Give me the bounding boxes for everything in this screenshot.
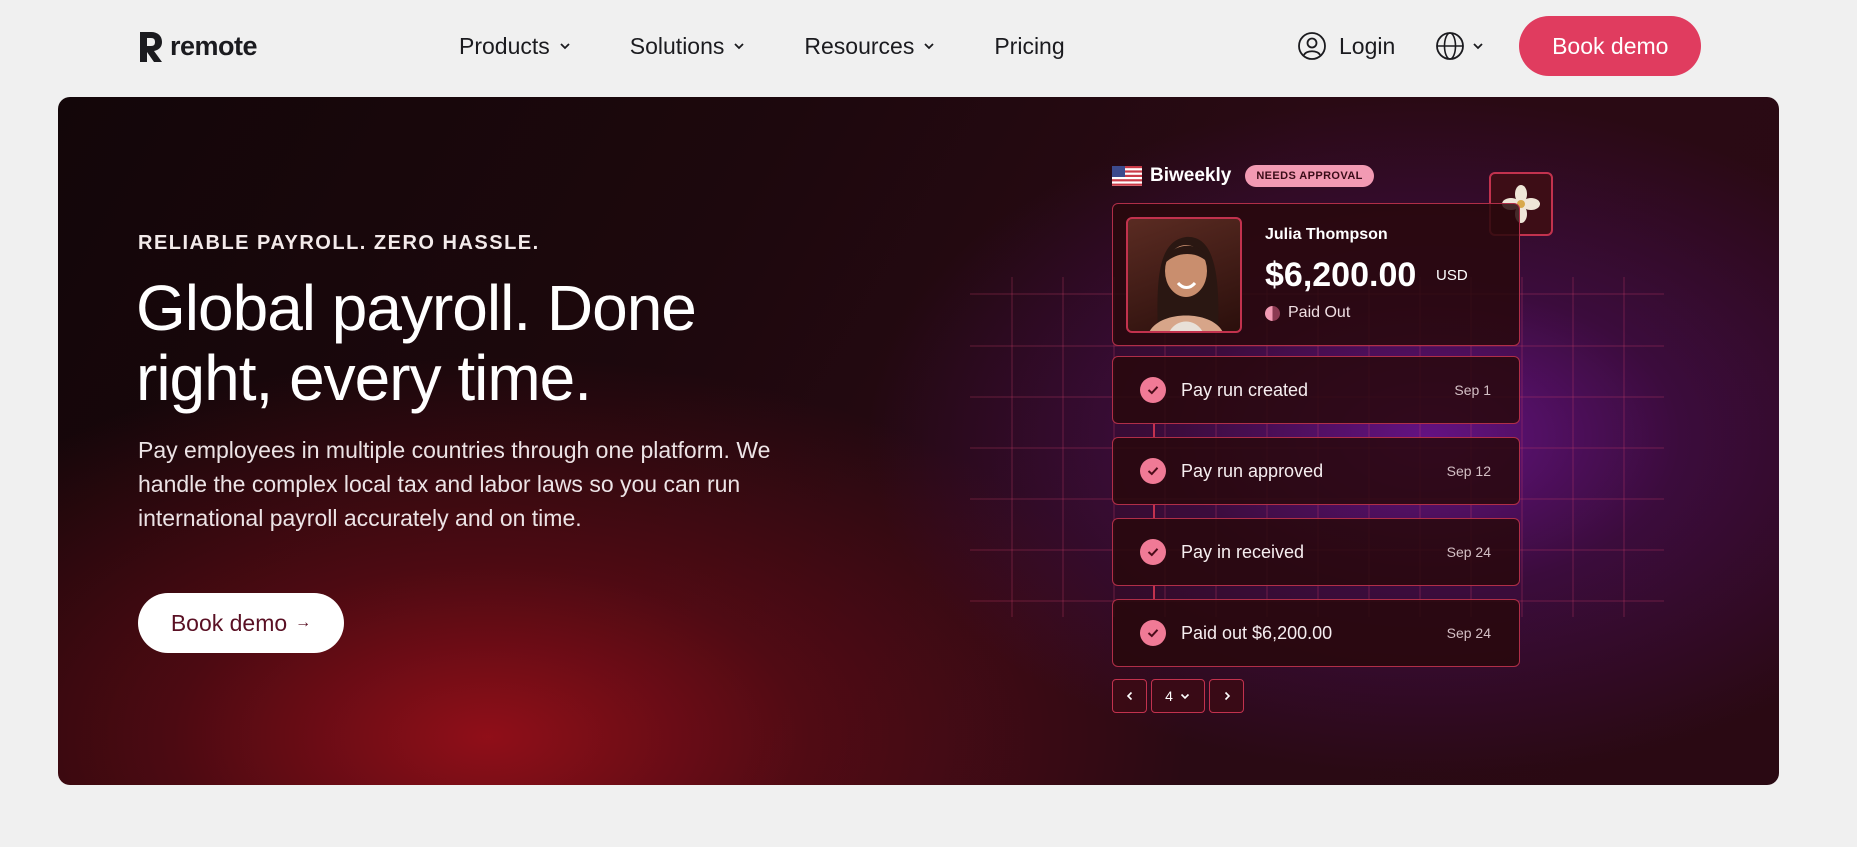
pay-frequency: Biweekly [1150, 165, 1232, 186]
nav-resources[interactable]: Resources [804, 33, 936, 60]
chevron-down-icon [924, 43, 934, 50]
login-link[interactable]: Login [1297, 31, 1395, 61]
step-date: Sep 24 [1446, 544, 1491, 560]
step-label: Pay run approved [1181, 460, 1324, 481]
step-label: Pay run created [1181, 379, 1309, 400]
payment-status-label: Paid Out [1288, 304, 1351, 321]
employee-avatar [1150, 236, 1222, 331]
check-icon [1140, 620, 1166, 646]
pager-next-button[interactable] [1209, 679, 1244, 713]
chevron-right-icon [1224, 691, 1230, 701]
hero-book-demo-label: Book demo [170, 609, 288, 636]
nav-products[interactable]: Products [459, 33, 572, 60]
nav-actions: Login Book demo [1297, 16, 1702, 76]
pager-prev-button[interactable] [1112, 679, 1147, 713]
employee-card[interactable]: Julia Thompson $6,200.00 USD Paid Out [1112, 203, 1520, 346]
step-label: Pay in received [1181, 541, 1305, 562]
nav-pricing-label: Pricing [994, 32, 1065, 59]
check-icon [1140, 377, 1166, 403]
hero-book-demo-button[interactable]: Book demo → [138, 593, 344, 653]
step-pay-in-received: Pay in received Sep 24 [1112, 518, 1520, 586]
chevron-left-icon [1126, 691, 1132, 701]
chevron-down-icon [560, 43, 570, 50]
hero-subtext: Pay employees in multiple countries thro… [138, 437, 771, 531]
approval-badge: NEEDS APPROVAL [1245, 165, 1374, 187]
globe-icon [1436, 32, 1465, 60]
step-paid-out: Paid out $6,200.00 Sep 24 [1112, 599, 1520, 667]
nav-solutions-label: Solutions [629, 32, 725, 59]
user-icon [1298, 32, 1326, 60]
nav-links: Products Solutions Resources Pricing [459, 30, 1123, 62]
check-icon [1140, 539, 1166, 565]
us-flag-icon [1112, 166, 1142, 186]
step-date: Sep 12 [1446, 463, 1491, 479]
hero-headline: Global payroll. Done right, every time. [136, 272, 697, 414]
employee-name: Julia Thompson [1265, 226, 1388, 243]
login-label: Login [1339, 32, 1396, 59]
payment-currency: USD [1436, 267, 1468, 284]
chevron-down-icon [1473, 43, 1483, 50]
status-dot-icon [1265, 305, 1280, 321]
chevron-down-icon [734, 43, 745, 50]
top-navigation: remote Products Solutions Resources Pric… [0, 0, 1857, 92]
logo-text: remote [170, 30, 258, 61]
book-demo-button[interactable]: Book demo [1519, 16, 1702, 76]
step-date: Sep 24 [1446, 625, 1491, 641]
language-selector[interactable] [1435, 31, 1485, 61]
arrow-right-icon: → [295, 614, 312, 631]
nav-products-label: Products [459, 32, 550, 59]
nav-solutions[interactable]: Solutions [630, 33, 747, 60]
step-label: Paid out $6,200.00 [1181, 622, 1333, 643]
pager-select[interactable]: 4 [1151, 679, 1205, 713]
hero-eyebrow: RELIABLE PAYROLL. ZERO HASSLE. [138, 232, 540, 254]
chevron-down-icon [1180, 693, 1189, 700]
pager-value: 4 [1165, 688, 1173, 704]
step-date: Sep 1 [1454, 382, 1491, 398]
payroll-header: Biweekly NEEDS APPROVAL [1112, 164, 1374, 188]
payment-status: Paid Out [1265, 304, 1350, 322]
step-pay-run-created: Pay run created Sep 1 [1112, 356, 1520, 424]
remote-logo[interactable]: remote [137, 26, 258, 66]
step-connector [1153, 424, 1155, 438]
hero-section: RELIABLE PAYROLL. ZERO HASSLE. Global pa… [58, 97, 1779, 785]
employee-photo [1126, 217, 1242, 333]
nav-pricing[interactable]: Pricing [994, 33, 1064, 60]
remote-logo-icon [140, 32, 162, 62]
card-pager: 4 [1112, 679, 1244, 713]
step-connector [1153, 505, 1155, 519]
step-connector [1153, 586, 1155, 600]
step-pay-run-approved: Pay run approved Sep 12 [1112, 437, 1520, 505]
nav-resources-label: Resources [804, 32, 915, 59]
check-icon [1140, 458, 1166, 484]
payment-amount: $6,200.00 [1265, 256, 1417, 294]
